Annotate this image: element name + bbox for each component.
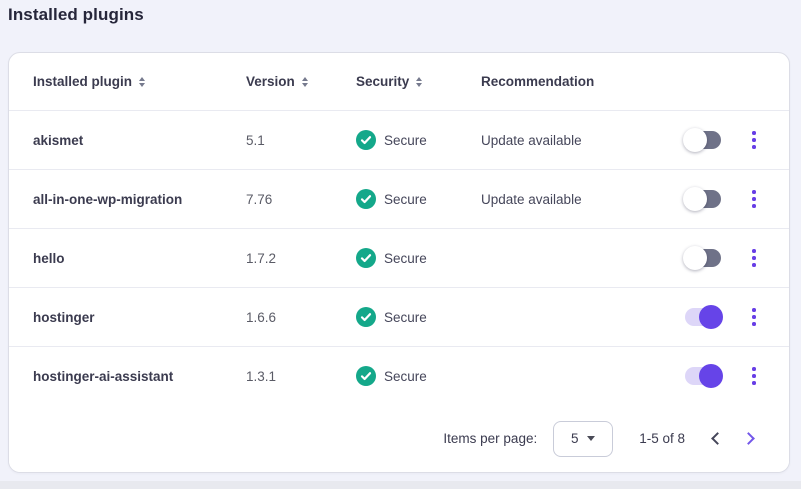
toggle-knob: [683, 187, 707, 211]
kebab-cell: [737, 127, 771, 153]
toggle-cell: [685, 308, 737, 326]
security-status-cell: Secure: [356, 307, 481, 327]
table-body: akismet 5.1 Secure Update available all-…: [9, 111, 789, 406]
check-circle-icon: [356, 189, 376, 209]
table-row: hostinger 1.6.6 Secure: [9, 288, 789, 347]
security-status-label: Secure: [384, 192, 427, 207]
kebab-menu-icon[interactable]: [746, 245, 762, 271]
table-header-row: Installed plugin Version Security Recomm…: [9, 53, 789, 111]
security-status-label: Secure: [384, 133, 427, 148]
plugin-version-cell: 1.3.1: [246, 369, 356, 384]
table-row: hello 1.7.2 Secure: [9, 229, 789, 288]
recommendation-cell: Update available: [481, 192, 685, 207]
plugin-enable-toggle[interactable]: [685, 249, 721, 267]
items-per-page-value: 5: [571, 431, 579, 446]
toggle-knob: [683, 246, 707, 270]
plugin-enable-toggle[interactable]: [685, 190, 721, 208]
sort-icon: [416, 77, 422, 87]
items-per-page-label: Items per page:: [443, 431, 537, 446]
plugin-enable-toggle[interactable]: [685, 131, 721, 149]
security-status-cell: Secure: [356, 366, 481, 386]
security-status-label: Secure: [384, 310, 427, 325]
column-label: Recommendation: [481, 74, 594, 89]
sort-icon: [139, 77, 145, 87]
toggle-knob: [683, 128, 707, 152]
table-row: hostinger-ai-assistant 1.3.1 Secure: [9, 347, 789, 406]
column-label: Installed plugin: [33, 74, 132, 89]
toggle-cell: [685, 190, 737, 208]
pagination-range: 1-5 of 8: [639, 431, 685, 446]
recommendation-text: Update available: [481, 133, 582, 148]
plugin-name-cell: akismet: [33, 133, 246, 148]
plugin-version-cell: 1.7.2: [246, 251, 356, 266]
plugin-version: 1.3.1: [246, 369, 276, 384]
plugin-enable-toggle[interactable]: [685, 308, 721, 326]
plugin-name: akismet: [33, 133, 83, 148]
plugin-name-cell: hello: [33, 251, 246, 266]
toggle-knob: [699, 305, 723, 329]
plugin-name: hostinger: [33, 310, 95, 325]
kebab-cell: [737, 304, 771, 330]
security-status-cell: Secure: [356, 248, 481, 268]
dropdown-caret-icon: [587, 436, 595, 441]
toggle-cell: [685, 131, 737, 149]
plugin-version-cell: 5.1: [246, 133, 356, 148]
table-row: akismet 5.1 Secure Update available: [9, 111, 789, 170]
kebab-cell: [737, 245, 771, 271]
plugin-version-cell: 1.6.6: [246, 310, 356, 325]
bottom-strip: [0, 481, 801, 489]
plugin-name: all-in-one-wp-migration: [33, 192, 182, 207]
check-circle-icon: [356, 130, 376, 150]
check-circle-icon: [356, 366, 376, 386]
check-circle-icon: [356, 307, 376, 327]
plugin-version: 1.6.6: [246, 310, 276, 325]
security-status-cell: Secure: [356, 189, 481, 209]
column-header-installed-plugin[interactable]: Installed plugin: [33, 74, 246, 89]
plugin-name-cell: hostinger: [33, 310, 246, 325]
plugin-name: hello: [33, 251, 65, 266]
plugin-version: 5.1: [246, 133, 265, 148]
chevron-right-icon[interactable]: [742, 432, 755, 445]
installed-plugins-card: Installed plugin Version Security Recomm…: [8, 52, 790, 473]
security-status-cell: Secure: [356, 130, 481, 150]
plugin-version: 7.76: [246, 192, 272, 207]
kebab-cell: [737, 363, 771, 389]
plugin-name: hostinger-ai-assistant: [33, 369, 173, 384]
pagination-bar: Items per page: 5 1-5 of 8: [9, 405, 789, 472]
kebab-menu-icon[interactable]: [746, 186, 762, 212]
kebab-menu-icon[interactable]: [746, 363, 762, 389]
column-header-version[interactable]: Version: [246, 74, 356, 89]
page-title: Installed plugins: [8, 5, 144, 25]
kebab-menu-icon[interactable]: [746, 127, 762, 153]
plugin-name-cell: all-in-one-wp-migration: [33, 192, 246, 207]
plugin-name-cell: hostinger-ai-assistant: [33, 369, 246, 384]
plugin-enable-toggle[interactable]: [685, 367, 721, 385]
column-label: Security: [356, 74, 409, 89]
kebab-menu-icon[interactable]: [746, 304, 762, 330]
column-header-recommendation: Recommendation: [481, 74, 685, 89]
items-per-page-select[interactable]: 5: [553, 421, 613, 457]
chevron-left-icon[interactable]: [711, 432, 724, 445]
plugin-version: 1.7.2: [246, 251, 276, 266]
sort-icon: [302, 77, 308, 87]
security-status-label: Secure: [384, 251, 427, 266]
recommendation-cell: Update available: [481, 133, 685, 148]
plugin-version-cell: 7.76: [246, 192, 356, 207]
kebab-cell: [737, 186, 771, 212]
recommendation-text: Update available: [481, 192, 582, 207]
toggle-knob: [699, 364, 723, 388]
check-circle-icon: [356, 248, 376, 268]
toggle-cell: [685, 249, 737, 267]
column-label: Version: [246, 74, 295, 89]
column-header-security[interactable]: Security: [356, 74, 481, 89]
table-row: all-in-one-wp-migration 7.76 Secure Upda…: [9, 170, 789, 229]
security-status-label: Secure: [384, 369, 427, 384]
toggle-cell: [685, 367, 737, 385]
